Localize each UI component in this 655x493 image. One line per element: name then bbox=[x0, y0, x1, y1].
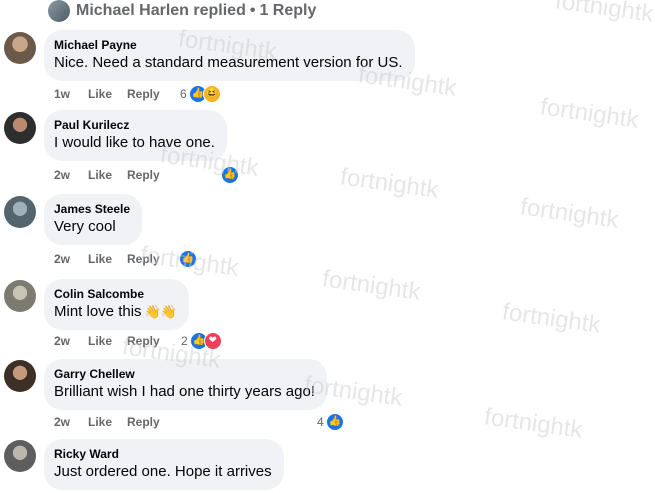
like-button[interactable]: Like bbox=[88, 252, 127, 266]
comment-text: Very cool bbox=[54, 218, 116, 235]
watermark: fortnightk bbox=[553, 0, 655, 28]
avatar[interactable] bbox=[4, 360, 36, 392]
waving-hand-icon: 👋👋 bbox=[144, 304, 177, 319]
comment-author[interactable]: Ricky Ward bbox=[54, 446, 272, 462]
reply-button[interactable]: Reply bbox=[127, 252, 167, 266]
comment-time[interactable]: 2w bbox=[54, 252, 88, 266]
comment-text: Nice. Need a standard measurement versio… bbox=[54, 54, 403, 71]
reaction-count: 2 bbox=[181, 334, 188, 348]
comment-author[interactable]: James Steele bbox=[54, 201, 130, 217]
comment-bubble: Garry Chellew Brilliant wish I had one t… bbox=[44, 359, 327, 410]
reaction-count: 4 bbox=[317, 415, 324, 429]
comment-text: I would like to have one. bbox=[54, 134, 215, 151]
like-button[interactable]: Like bbox=[88, 87, 127, 101]
like-icon: 👍 bbox=[221, 166, 239, 184]
like-button[interactable]: Like bbox=[88, 415, 127, 429]
comment-bubble: Michael Payne Nice. Need a standard meas… bbox=[44, 30, 415, 81]
comment-text: Mint love this 👋👋 bbox=[54, 303, 177, 320]
reaction-count: 6 bbox=[180, 87, 187, 101]
comment-author[interactable]: Garry Chellew bbox=[54, 366, 315, 382]
reply-button[interactable]: Reply bbox=[127, 87, 167, 101]
comment-author[interactable]: Colin Salcombe bbox=[54, 286, 177, 302]
love-icon: ❤ bbox=[203, 332, 222, 350]
avatar bbox=[48, 0, 70, 22]
comment-actions: 2w Like Reply bbox=[54, 333, 167, 349]
comment-bubble: Colin Salcombe Mint love this 👋👋 bbox=[44, 279, 189, 330]
comment-actions: 1w Like Reply bbox=[54, 86, 167, 102]
avatar[interactable] bbox=[4, 440, 36, 472]
haha-icon: 😆 bbox=[202, 85, 221, 103]
like-button[interactable]: Like bbox=[88, 168, 127, 182]
watermark: fortnightk bbox=[320, 265, 423, 306]
reaction-summary[interactable]: 👍 bbox=[221, 166, 239, 184]
comment-text: Brilliant wish I had one thirty years ag… bbox=[54, 383, 315, 400]
reaction-summary[interactable]: 6 👍 😆 bbox=[180, 85, 221, 103]
watermark: fortnightk bbox=[338, 163, 441, 204]
comment-time[interactable]: 2w bbox=[54, 415, 88, 429]
reply-count: 1 Reply bbox=[259, 2, 317, 19]
like-button[interactable]: Like bbox=[88, 334, 127, 348]
avatar[interactable] bbox=[4, 196, 36, 228]
comment-bubble: Ricky Ward Just ordered one. Hope it arr… bbox=[44, 439, 284, 490]
avatar[interactable] bbox=[4, 280, 36, 312]
comment-time[interactable]: 2w bbox=[54, 334, 88, 348]
comment-author[interactable]: Paul Kurilecz bbox=[54, 117, 215, 133]
reply-button[interactable]: Reply bbox=[127, 168, 167, 182]
avatar[interactable] bbox=[4, 112, 36, 144]
watermark: fortnightk bbox=[500, 298, 603, 339]
separator-dot: • bbox=[249, 2, 256, 19]
comment-actions: 2w Like Reply bbox=[54, 251, 167, 267]
comment-text: Just ordered one. Hope it arrives bbox=[54, 463, 272, 480]
comment-actions: 2w Like Reply bbox=[54, 414, 167, 430]
watermark: fortnightk bbox=[518, 193, 621, 234]
watermark: fortnightk bbox=[538, 93, 641, 134]
reaction-summary[interactable]: 2 👍 ❤ bbox=[181, 332, 222, 350]
replied-text: Michael Harlen replied bbox=[76, 2, 246, 19]
comment-actions: 2w Like Reply bbox=[54, 167, 167, 183]
like-icon: 👍 bbox=[179, 250, 197, 268]
reaction-summary[interactable]: 4 👍 bbox=[317, 413, 344, 431]
like-icon: 👍 bbox=[325, 413, 344, 431]
reaction-summary[interactable]: 👍 bbox=[179, 250, 197, 268]
comment-time[interactable]: 2w bbox=[54, 168, 88, 182]
replies-summary-link[interactable]: Michael Harlen replied • 1 Reply bbox=[48, 0, 316, 22]
watermark: fortnightk bbox=[482, 403, 585, 444]
comment-author[interactable]: Michael Payne bbox=[54, 37, 403, 53]
reply-button[interactable]: Reply bbox=[127, 334, 167, 348]
reply-button[interactable]: Reply bbox=[127, 415, 167, 429]
comment-time[interactable]: 1w bbox=[54, 87, 88, 101]
avatar[interactable] bbox=[4, 32, 36, 64]
comment-bubble: Paul Kurilecz I would like to have one. bbox=[44, 110, 227, 161]
comment-bubble: James Steele Very cool bbox=[44, 194, 143, 245]
